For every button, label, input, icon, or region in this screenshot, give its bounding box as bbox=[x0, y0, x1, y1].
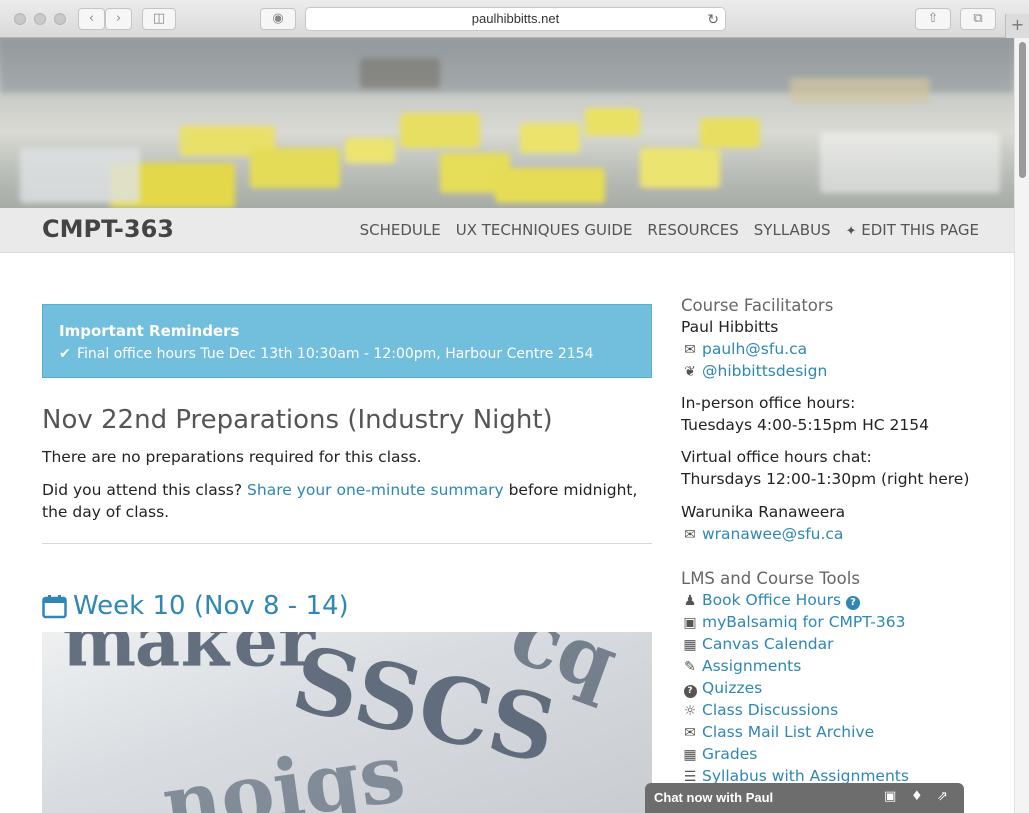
preparations-text: There are no preparations required for t… bbox=[42, 448, 422, 466]
twitter-icon: ❦ bbox=[684, 364, 696, 380]
chevron-right-icon: › bbox=[115, 11, 122, 26]
tool-grades: ▦ Grades bbox=[681, 745, 757, 763]
nav-links: SCHEDULE UX TECHNIQUES GUIDE RESOURCES S… bbox=[360, 221, 979, 239]
virtual-value: Thursdays 12:00-1:30pm (right here) bbox=[681, 470, 970, 488]
tool-assignments: ✎ Assignments bbox=[681, 657, 801, 675]
nav-resources[interactable]: RESOURCES bbox=[647, 221, 738, 239]
url-text: paulhibbitts.net bbox=[471, 11, 560, 26]
tool-mail-archive: ✉ Class Mail List Archive bbox=[681, 723, 874, 741]
reminder-text: Final office hours Tue Dec 13th 10:30am … bbox=[77, 346, 594, 362]
tool-link-mybalsamiq[interactable]: myBalsamiq for CMPT-363 bbox=[702, 613, 905, 631]
summary-paragraph: Did you attend this class? Share your on… bbox=[42, 479, 652, 523]
tabs-icon: ⧉ bbox=[973, 11, 983, 26]
week-photo: ɹǝʞɐɯ SSCS noiqs cq bbox=[42, 632, 652, 813]
address-bar[interactable]: paulhibbitts.net ↻ bbox=[305, 7, 726, 31]
chat-widget[interactable]: Chat now with Paul ▣ ♦ ⇗ bbox=[645, 783, 964, 813]
plus-icon: + bbox=[1010, 15, 1025, 34]
divider bbox=[42, 543, 652, 544]
sidebar-icon: ◫ bbox=[152, 11, 166, 26]
question-circle-icon[interactable]: ? bbox=[846, 596, 861, 610]
email-row-1: ✉ paulh@sfu.ca bbox=[681, 340, 807, 358]
preparations-heading: Nov 22nd Preparations (Industry Night) bbox=[42, 405, 553, 435]
envelope-icon: ✉ bbox=[684, 342, 696, 358]
nav-syllabus[interactable]: SYLLABUS bbox=[754, 221, 831, 239]
reader-button[interactable]: ◉ bbox=[260, 8, 296, 30]
forward-button[interactable]: › bbox=[105, 8, 132, 30]
pencil-icon: ✎ bbox=[684, 659, 696, 675]
window-icon[interactable]: ▣ bbox=[884, 789, 896, 804]
virtual-label: Virtual office hours chat: bbox=[681, 448, 872, 466]
share-button[interactable]: ⇧ bbox=[915, 8, 951, 30]
chat-label[interactable]: Chat now with Paul bbox=[654, 790, 773, 805]
nav-ux-techniques-guide[interactable]: UX TECHNIQUES GUIDE bbox=[456, 221, 633, 239]
header-image bbox=[0, 38, 1014, 208]
one-minute-summary-link[interactable]: Share your one-minute summary bbox=[247, 481, 504, 499]
tool-link-grades[interactable]: Grades bbox=[702, 745, 757, 763]
question-circle-icon: ? bbox=[681, 681, 699, 698]
facilitators-title: Course Facilitators bbox=[681, 296, 834, 315]
email-link-1[interactable]: paulh@sfu.ca bbox=[702, 340, 807, 358]
facilitator-name-2: Warunika Ranaweera bbox=[681, 503, 846, 521]
tool-class-discussions: ☼ Class Discussions bbox=[681, 701, 839, 719]
reload-icon[interactable]: ↻ bbox=[707, 8, 719, 30]
tool-link-quizzes[interactable]: Quizzes bbox=[702, 679, 762, 697]
bell-icon[interactable]: ♦ bbox=[911, 789, 923, 804]
site-navbar: CMPT-363 SCHEDULE UX TECHNIQUES GUIDE RE… bbox=[0, 208, 1014, 253]
reminders-alert: Important Reminders ✔ Final office hours … bbox=[42, 304, 652, 378]
close-window-button[interactable] bbox=[14, 13, 26, 25]
tool-link-mail-archive[interactable]: Class Mail List Archive bbox=[702, 723, 874, 741]
page-viewport: CMPT-363 SCHEDULE UX TECHNIQUES GUIDE RE… bbox=[0, 38, 1014, 813]
envelope-icon: ✉ bbox=[684, 527, 696, 543]
zoom-window-button[interactable] bbox=[54, 13, 66, 25]
site-title[interactable]: CMPT-363 bbox=[42, 215, 174, 243]
github-icon: ✦ bbox=[845, 224, 857, 239]
email-link-2[interactable]: wranawee@sfu.ca bbox=[702, 525, 843, 543]
nav-schedule[interactable]: SCHEDULE bbox=[360, 221, 441, 239]
summary-text-pre: Did you attend this class? bbox=[42, 481, 248, 499]
calculator-icon: ▦ bbox=[683, 747, 697, 763]
users-icon: ♟ bbox=[683, 593, 697, 609]
back-button[interactable]: ‹ bbox=[78, 8, 105, 30]
twitter-row: ❦ @hibbittsdesign bbox=[681, 362, 827, 380]
chevron-left-icon: ‹ bbox=[88, 11, 95, 26]
calendar-icon: ▦ bbox=[683, 637, 697, 653]
facilitator-name-1: Paul Hibbitts bbox=[681, 318, 779, 336]
browser-toolbar: ‹ › ◫ ◉ paulhibbitts.net ↻ ⇧ ⧉ + bbox=[0, 0, 1029, 38]
nav-edit-label: EDIT THIS PAGE bbox=[861, 221, 979, 239]
week-heading[interactable]: Week 10 (Nov 8 - 14) bbox=[42, 591, 349, 621]
tool-link-assignments[interactable]: Assignments bbox=[702, 657, 801, 675]
tool-book-office-hours: ♟ Book Office Hours ? bbox=[681, 591, 861, 610]
tool-canvas-calendar: ▦ Canvas Calendar bbox=[681, 635, 834, 653]
comments-icon: ☼ bbox=[683, 703, 697, 719]
reader-icon: ◉ bbox=[272, 11, 284, 26]
new-tab-button[interactable]: + bbox=[1005, 14, 1029, 38]
nav-edit-this-page[interactable]: ✦ EDIT THIS PAGE bbox=[846, 221, 979, 239]
tool-link-canvas-calendar[interactable]: Canvas Calendar bbox=[702, 635, 834, 653]
image-frame-icon: ▣ bbox=[683, 615, 697, 631]
tool-quizzes: ? Quizzes bbox=[681, 679, 762, 698]
tabs-overview-button[interactable]: ⧉ bbox=[960, 8, 996, 30]
share-icon: ⇧ bbox=[927, 11, 939, 26]
tool-link-class-discussions[interactable]: Class Discussions bbox=[702, 701, 838, 719]
inperson-value: Tuesdays 4:00-5:15pm HC 2154 bbox=[681, 416, 929, 434]
minimize-window-button[interactable] bbox=[34, 13, 46, 25]
page-scrollbar[interactable] bbox=[1014, 38, 1029, 813]
popout-icon[interactable]: ⇗ bbox=[937, 789, 948, 804]
inperson-label: In-person office hours: bbox=[681, 394, 856, 412]
tools-title: LMS and Course Tools bbox=[681, 569, 860, 588]
reminders-title: Important Reminders bbox=[59, 322, 240, 340]
tool-link-book-office-hours[interactable]: Book Office Hours bbox=[702, 591, 841, 609]
twitter-link[interactable]: @hibbittsdesign bbox=[702, 362, 827, 380]
envelope-icon: ✉ bbox=[684, 725, 696, 741]
tool-mybalsamiq: ▣ myBalsamiq for CMPT-363 bbox=[681, 613, 905, 631]
calendar-icon bbox=[42, 594, 67, 618]
week-heading-label: Week 10 (Nov 8 - 14) bbox=[73, 591, 349, 621]
sidebar-toggle-button[interactable]: ◫ bbox=[142, 8, 176, 30]
reminder-item: ✔ Final office hours Tue Dec 13th 10:30am… bbox=[59, 346, 635, 362]
scrollbar-thumb[interactable] bbox=[1019, 42, 1026, 178]
check-icon: ✔ bbox=[59, 346, 71, 362]
email-row-2: ✉ wranawee@sfu.ca bbox=[681, 525, 843, 543]
